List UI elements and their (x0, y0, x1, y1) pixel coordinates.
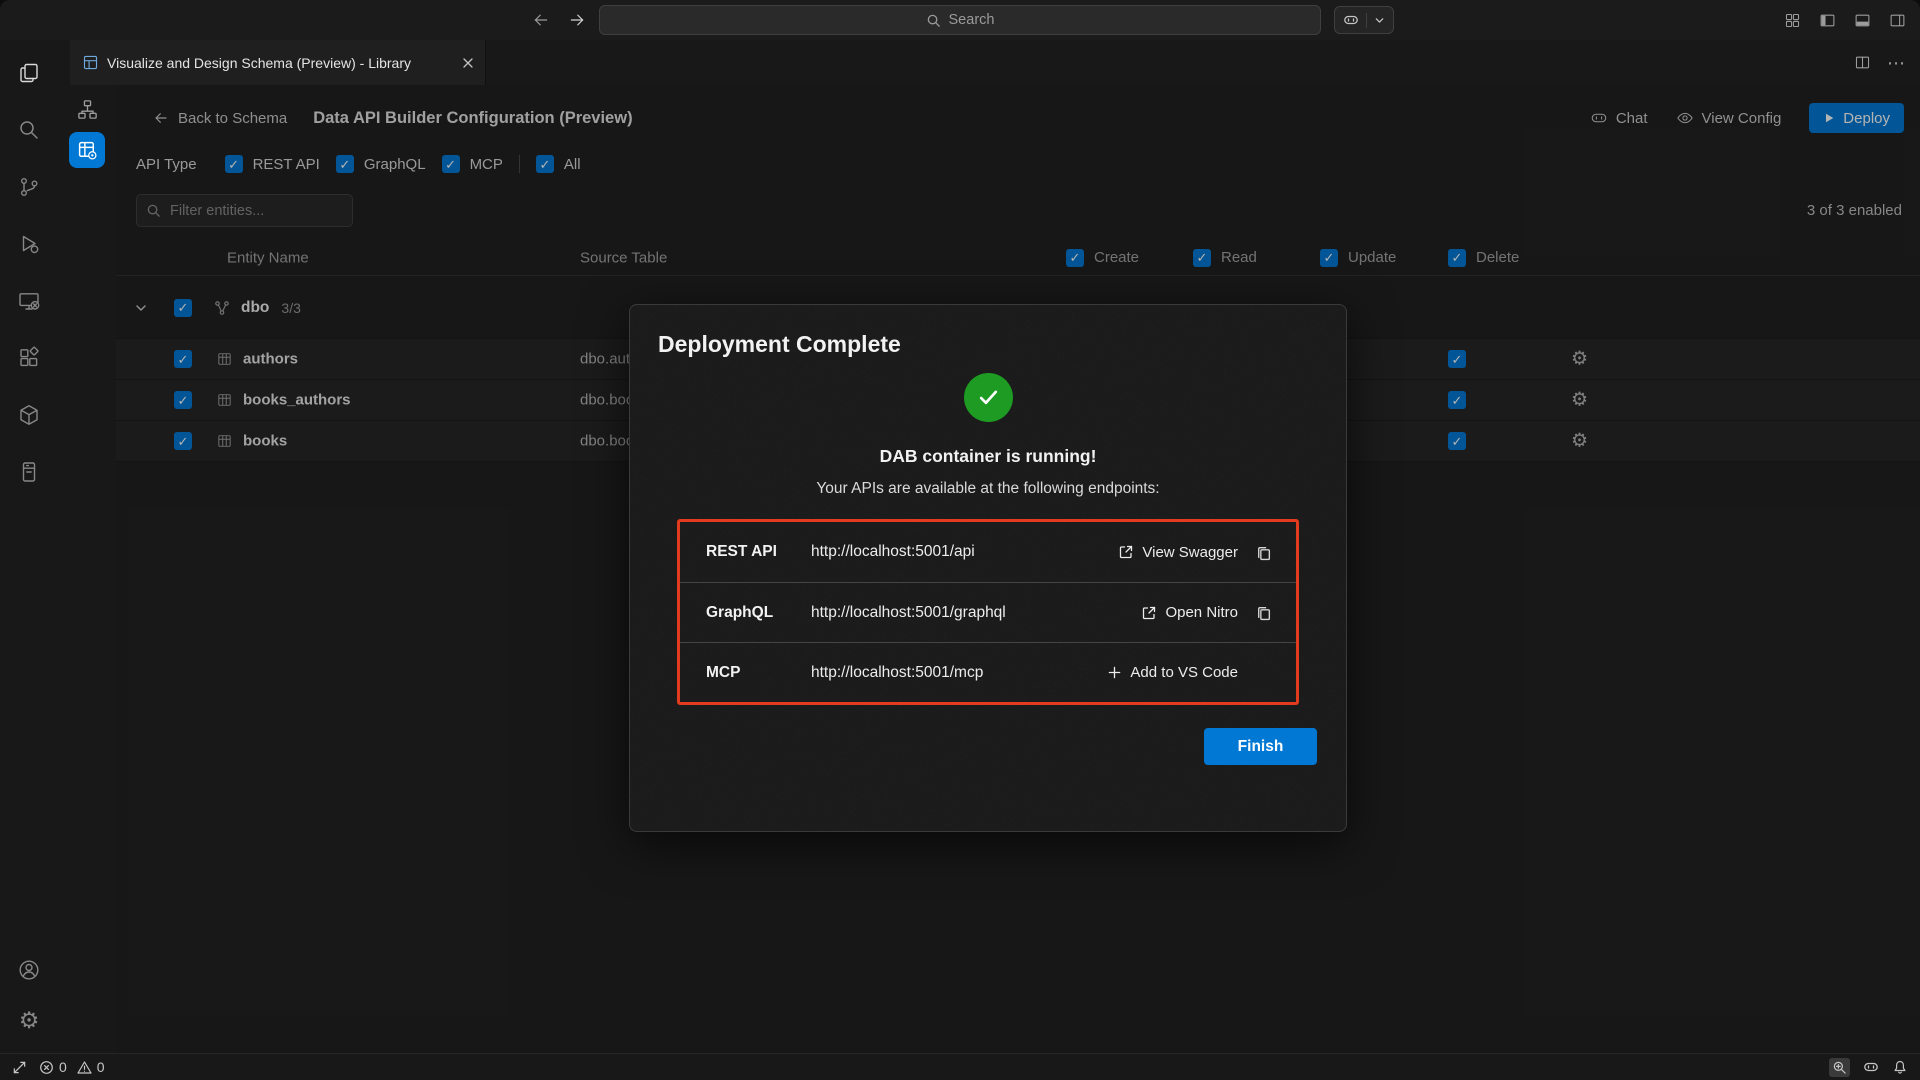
activity-item-extensions[interactable] (0, 329, 58, 386)
schema-designer-icon (76, 98, 99, 121)
back-button[interactable] (532, 11, 550, 29)
sidebar-item-schema-designer[interactable] (69, 94, 105, 124)
dab-config-icon (77, 140, 98, 161)
source-control-icon (17, 175, 41, 199)
notifications-bell-icon[interactable] (1892, 1059, 1908, 1075)
extensions-icon (17, 346, 41, 370)
forward-button[interactable] (568, 11, 586, 29)
customize-layout-button[interactable] (1784, 12, 1801, 29)
divider (1366, 13, 1367, 28)
status-subtitle: Your APIs are available at the following… (658, 480, 1318, 498)
endpoint-label: GraphQL (706, 604, 811, 622)
deployment-complete-dialog: Deployment Complete DAB container is run… (629, 304, 1347, 832)
external-link-icon (1141, 605, 1157, 621)
endpoint-label: MCP (706, 664, 811, 682)
remote-explorer-icon (17, 289, 41, 313)
panel-left-icon (1819, 12, 1836, 29)
zoom-indicator[interactable] (1829, 1058, 1850, 1077)
status-bar: 0 0 (0, 1053, 1920, 1080)
command-center-search[interactable]: Search (599, 5, 1321, 35)
panel-bottom-icon (1854, 12, 1871, 29)
activity-item-containers[interactable] (0, 386, 58, 443)
title-bar: Search (0, 0, 1920, 40)
tab-icon (82, 54, 99, 71)
external-link-icon (1118, 544, 1134, 560)
sidebar-item-dab-config[interactable] (69, 132, 105, 168)
endpoint-url: http://localhost:5001/api (811, 543, 1118, 561)
activity-item-source-control[interactable] (0, 158, 58, 215)
plus-icon (1107, 665, 1122, 680)
activity-bar: ⚙ (0, 40, 58, 1053)
activity-item-account[interactable] (0, 945, 58, 995)
dialog-footer: Finish (659, 728, 1317, 765)
activity-item-database[interactable] (0, 443, 58, 500)
search-placeholder: Search (949, 12, 995, 28)
remote-indicator-icon[interactable] (12, 1060, 27, 1075)
copy-icon[interactable] (1255, 544, 1272, 561)
copilot-icon (1343, 12, 1359, 28)
success-check-icon (964, 373, 1013, 422)
database-icon (17, 460, 41, 484)
warning-icon (77, 1060, 92, 1075)
endpoint-row: GraphQL http://localhost:5001/graphql Op… (680, 582, 1296, 642)
activity-item-remote-explorer[interactable] (0, 272, 58, 329)
search-icon (17, 118, 41, 142)
tab-strip: Visualize and Design Schema (Preview) - … (58, 40, 1920, 85)
gear-icon: ⚙ (19, 1009, 40, 1032)
endpoint-url: http://localhost:5001/graphql (811, 604, 1141, 622)
tab-label: Visualize and Design Schema (Preview) - … (107, 55, 453, 71)
activity-item-explorer[interactable] (0, 44, 58, 101)
history-navigation (532, 11, 586, 29)
endpoint-row: REST API http://localhost:5001/api View … (680, 522, 1296, 582)
run-debug-icon (17, 232, 41, 256)
copy-icon[interactable] (1255, 604, 1272, 621)
activity-item-settings[interactable]: ⚙ (0, 995, 58, 1045)
endpoint-row: MCP http://localhost:5001/mcp Add to VS … (680, 642, 1296, 702)
endpoints-box: REST API http://localhost:5001/api View … (677, 519, 1299, 705)
container-cube-icon (17, 403, 41, 427)
copilot-menu-button[interactable] (1334, 6, 1394, 34)
activity-bar-bottom: ⚙ (0, 945, 58, 1045)
open-nitro-button[interactable]: Open Nitro (1141, 604, 1238, 621)
split-editor-icon[interactable] (1854, 54, 1871, 71)
endpoint-label: REST API (706, 543, 811, 561)
error-icon (39, 1060, 54, 1075)
add-to-vscode-button[interactable]: Add to VS Code (1107, 664, 1238, 681)
status-message: DAB container is running! (658, 446, 1318, 467)
problems-indicator[interactable]: 0 0 (39, 1059, 105, 1075)
search-icon (926, 13, 941, 28)
chevron-down-icon (1374, 15, 1385, 26)
vscode-window: Search (0, 0, 1920, 1080)
warning-count: 0 (97, 1059, 105, 1075)
panel-right-icon (1889, 12, 1906, 29)
copilot-status-icon[interactable] (1863, 1059, 1879, 1075)
zoom-in-icon (1832, 1060, 1847, 1075)
layout-grid-icon (1784, 12, 1801, 29)
tab-visualize-design-schema[interactable]: Visualize and Design Schema (Preview) - … (70, 40, 486, 85)
activity-item-run-debug[interactable] (0, 215, 58, 272)
back-arrow-icon (532, 11, 550, 29)
dialog-title: Deployment Complete (658, 331, 1318, 358)
toggle-sidebar-button[interactable] (1819, 12, 1836, 29)
more-actions-icon[interactable]: ⋯ (1887, 54, 1906, 72)
forward-arrow-icon (568, 11, 586, 29)
finish-button[interactable]: Finish (1204, 728, 1317, 765)
close-icon[interactable] (461, 56, 475, 70)
explorer-icon (17, 61, 41, 85)
endpoint-url: http://localhost:5001/mcp (811, 664, 1107, 682)
toggle-panel-button[interactable] (1854, 12, 1871, 29)
editor-actions: ⋯ (1854, 40, 1906, 85)
error-count: 0 (59, 1059, 67, 1075)
toggle-secondary-sidebar-button[interactable] (1889, 12, 1906, 29)
activity-item-search[interactable] (0, 101, 58, 158)
account-icon (17, 958, 41, 982)
layout-controls (1784, 0, 1906, 40)
view-swagger-button[interactable]: View Swagger (1118, 544, 1238, 561)
extension-side-panel (58, 85, 116, 1053)
dab-configuration-view: Back to Schema Data API Builder Configur… (116, 85, 1920, 1053)
